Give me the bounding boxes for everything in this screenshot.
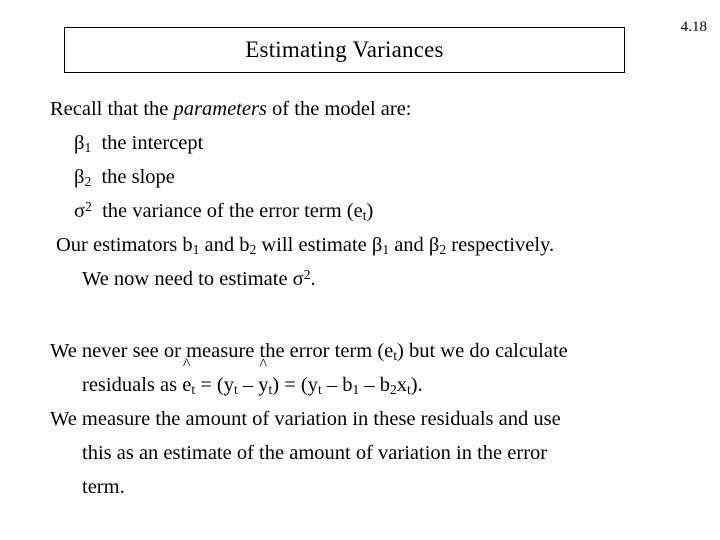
sigma2-superscript: 2 bbox=[303, 266, 311, 282]
estimators-text-e: respectively. bbox=[446, 234, 555, 256]
paragraph-residuals: We never see or measure the error term (… bbox=[50, 334, 690, 504]
e-hat-group: ^ e bbox=[182, 356, 192, 402]
formula-text-f: – b bbox=[359, 374, 390, 396]
recall-text-b: of the model are: bbox=[266, 98, 412, 120]
y-hat-group: ^ y bbox=[258, 356, 269, 402]
recall-text-a: Recall that the bbox=[50, 98, 174, 120]
title-placeholder[interactable]: Estimating Variances bbox=[64, 27, 625, 73]
bullet-beta2: β2 the slope bbox=[50, 160, 690, 194]
bullet-beta1: β1 the intercept bbox=[50, 126, 690, 160]
e-hat-base: e bbox=[182, 374, 192, 396]
estimators-text-a: Our estimators b bbox=[56, 234, 193, 256]
line-estimators: Our estimators b1 and b2 will estimate β… bbox=[50, 228, 690, 262]
never-see-text-a: We never see or measure the error term (… bbox=[50, 340, 394, 362]
y-hat-base: y bbox=[258, 374, 269, 396]
parameters-emphasis: parameters bbox=[173, 98, 267, 120]
slide-number: 4.18 bbox=[680, 19, 707, 35]
formula-text-h: ). bbox=[410, 374, 423, 396]
formula-text-e: – b bbox=[321, 374, 353, 396]
beta1-symbol: β bbox=[74, 132, 85, 154]
body-placeholder[interactable]: Recall that the parameters of the model … bbox=[50, 92, 690, 504]
line-residual-formula: residuals as ^ et = (yt – ^ yt) = (yt – b1… bbox=[50, 356, 690, 402]
bullet-sigma-squared: σ2 the variance of the error term (et) bbox=[50, 194, 690, 228]
sigma-symbol: σ bbox=[74, 200, 86, 222]
formula-text-b: = (y bbox=[195, 374, 234, 396]
b2-subscript-2: 2 bbox=[390, 381, 397, 397]
never-see-text-b: ) but we do calculate bbox=[397, 340, 568, 362]
sigma-superscript: 2 bbox=[85, 198, 92, 214]
residuals-label: residuals as bbox=[82, 374, 183, 396]
beta2-symbol: β bbox=[74, 166, 85, 188]
line-estimate-variation: this as an estimate of the amount of var… bbox=[82, 442, 548, 464]
beta1-description: the intercept bbox=[101, 132, 204, 154]
estimators-text-b: and b bbox=[199, 234, 250, 256]
formula-text-g: x bbox=[396, 374, 408, 396]
sigma-description-b: ) bbox=[366, 200, 374, 222]
paragraph-parameters: Recall that the parameters of the model … bbox=[50, 92, 690, 296]
line-measure-variation: We measure the amount of variation in th… bbox=[50, 408, 561, 430]
need-estimate-text-a: We now need to estimate σ bbox=[82, 268, 304, 290]
formula-minus-1: – bbox=[237, 374, 259, 396]
estimators-text-d: and β bbox=[389, 234, 440, 256]
sigma-description-a: the variance of the error term (e bbox=[102, 200, 363, 222]
line-recall: Recall that the parameters of the model … bbox=[50, 92, 690, 126]
estimators-text-c: will estimate β bbox=[256, 234, 383, 256]
line-never-see: We never see or measure the error term (… bbox=[50, 334, 690, 368]
page-title: Estimating Variances bbox=[245, 37, 444, 63]
beta2-subscript: 2 bbox=[84, 173, 92, 189]
line-term: term. bbox=[82, 476, 125, 498]
slide-canvas: 4.18 Estimating Variances Recall that th… bbox=[0, 0, 720, 540]
line-need-estimate-sigma: We now need to estimate σ2. bbox=[50, 262, 690, 296]
beta2-description: the slope bbox=[101, 166, 175, 188]
need-estimate-text-b: . bbox=[310, 268, 316, 290]
formula-text-d: ) = (y bbox=[272, 374, 318, 396]
beta1-subscript: 1 bbox=[84, 139, 92, 155]
